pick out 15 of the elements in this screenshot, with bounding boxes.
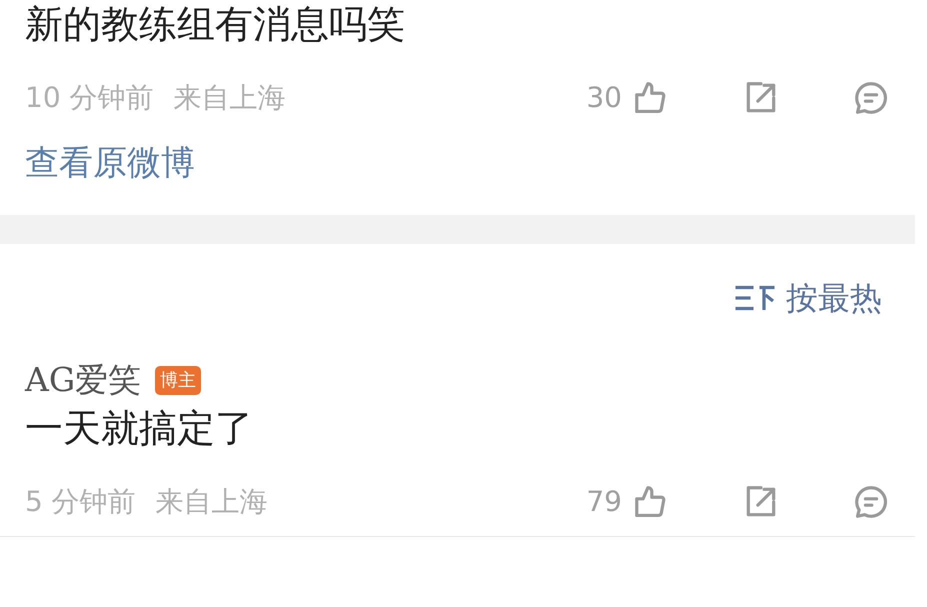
comment-time: 5 分钟前 (25, 484, 136, 520)
comment-text: 新的教练组有消息吗笑 (25, 1, 406, 48)
like-count: 79 (586, 484, 622, 520)
comment-location: 来自上海 (174, 80, 286, 116)
comment-location: 来自上海 (156, 484, 268, 520)
author-name[interactable]: AG爱笑 (25, 355, 142, 405)
sort-button[interactable]: 按最热 (734, 274, 882, 322)
sort-icon[interactable] (734, 283, 776, 313)
comment-icon[interactable] (852, 483, 890, 521)
like-count: 30 (586, 80, 622, 116)
comment-time: 10 分钟前 (25, 80, 154, 116)
view-original-link[interactable]: 查看原微博 (25, 138, 890, 189)
comment-icon[interactable] (852, 79, 890, 117)
comment-text: 一天就搞定了 (25, 405, 254, 452)
blogger-badge: 博主 (155, 366, 202, 394)
